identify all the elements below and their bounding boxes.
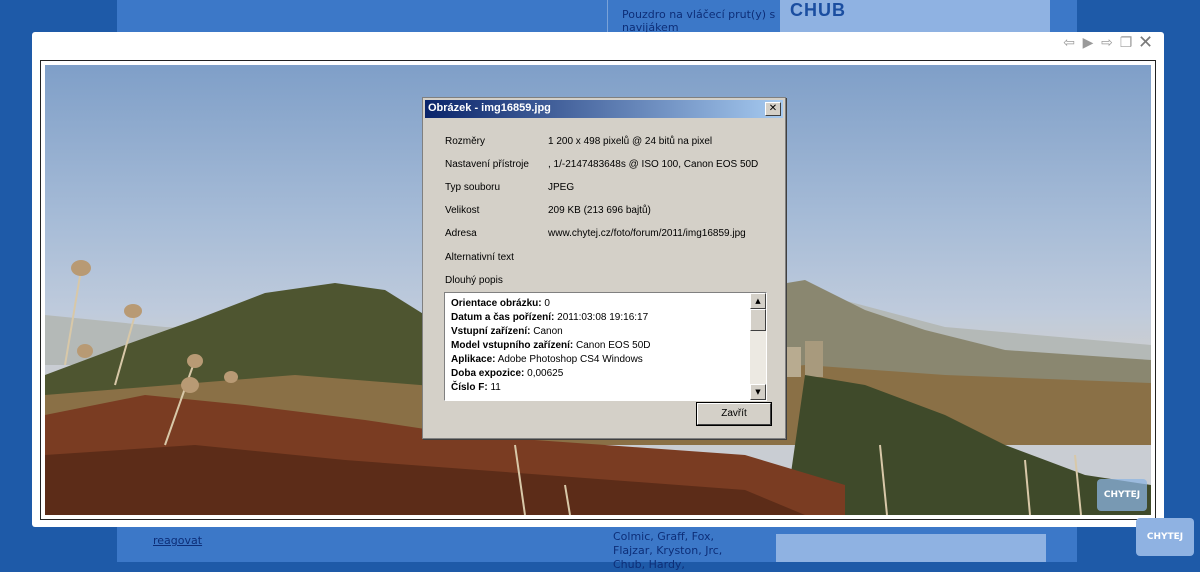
value-camera-settings: , 1/-2147483648s @ ISO 100, Canon EOS 50…	[548, 159, 759, 170]
label-address: Adresa	[445, 228, 477, 239]
label-file-type: Typ souboru	[445, 182, 501, 193]
exif-key: Aplikace:	[451, 354, 496, 365]
exif-key: Vstupní zařízení:	[451, 326, 531, 337]
exif-key: Model vstupního zařízení:	[451, 340, 574, 351]
lightbox-nav: ⇦ ▶ ⇨ ❐ ✕	[1062, 34, 1153, 52]
exif-value: 2011:03:08 19:16:17	[557, 312, 649, 323]
brands-list: Colmic, Graff, Fox, Flajzar, Kryston, Jr…	[613, 530, 723, 571]
exif-key: Datum a čas pořízení:	[451, 312, 555, 323]
label-alt-text: Alternativní text	[445, 252, 514, 263]
value-file-type: JPEG	[548, 182, 575, 193]
exif-value: Adobe Photoshop CS4 Windows	[497, 354, 643, 365]
label-dimensions: Rozměry	[445, 136, 486, 147]
scroll-down-icon[interactable]: ▼	[750, 384, 766, 400]
bottom-ad[interactable]	[776, 534, 1046, 562]
exif-value: Canon EOS 50D	[576, 340, 651, 351]
scrollbar-thumb[interactable]	[750, 309, 766, 331]
dialog-titlebar[interactable]: Obrázek - img16859.jpg ✕	[425, 100, 783, 118]
exif-value: Canon	[533, 326, 563, 337]
scroll-up-icon[interactable]: ▲	[750, 293, 766, 309]
exif-key: Číslo F:	[451, 382, 488, 393]
exif-row: Číslo F: 11	[451, 381, 747, 395]
label-size: Velikost	[445, 205, 480, 216]
next-icon[interactable]: ⇨	[1100, 36, 1114, 50]
exif-key: Doba expozice:	[451, 368, 525, 379]
close-icon[interactable]: ✕	[1138, 34, 1153, 52]
reply-link[interactable]: reagovat	[153, 534, 202, 547]
exif-value: 0,00625	[527, 368, 564, 379]
image-properties-dialog: Obrázek - img16859.jpg ✕ Rozměry 1 200 x…	[422, 97, 786, 439]
label-long-description: Dlouhý popis	[445, 275, 503, 286]
value-address: www.chytej.cz/foto/forum/2011/img16859.j…	[548, 228, 746, 239]
play-icon[interactable]: ▶	[1081, 36, 1095, 50]
background-divider	[607, 0, 608, 34]
details-scrollbar[interactable]: ▲ ▼	[750, 293, 766, 400]
exif-row: Aplikace: Adobe Photoshop CS4 Windows	[451, 353, 747, 367]
exif-value: 0	[544, 298, 550, 309]
watermark-logo: CHYTEJ	[1097, 479, 1147, 511]
dialog-title: Obrázek - img16859.jpg	[428, 102, 551, 114]
popout-icon[interactable]: ❐	[1119, 36, 1133, 50]
value-size: 209 KB (213 696 bajtů)	[548, 205, 651, 216]
corner-logo[interactable]: CHYTEJ	[1136, 518, 1194, 556]
exif-details-list: Orientace obrázku: 0 Datum a čas pořízen…	[451, 297, 747, 395]
product-link[interactable]: Pouzdro na vláčecí prut(y) s navijákem	[622, 8, 782, 34]
prev-icon[interactable]: ⇦	[1062, 36, 1076, 50]
exif-row: Orientace obrázku: 0	[451, 297, 747, 311]
exif-row: Vstupní zařízení: Canon	[451, 325, 747, 339]
exif-row: Datum a čas pořízení: 2011:03:08 19:16:1…	[451, 311, 747, 325]
exif-row: Doba expozice: 0,00625	[451, 367, 747, 381]
exif-row: Model vstupního zařízení: Canon EOS 50D	[451, 339, 747, 353]
value-dimensions: 1 200 x 498 pixelů @ 24 bitů na pixel	[548, 136, 713, 147]
label-camera-settings: Nastavení přístroje	[445, 159, 529, 170]
dialog-close-icon[interactable]: ✕	[765, 102, 781, 116]
banner-logo: CHUB	[790, 0, 846, 20]
close-button[interactable]: Zavřít	[696, 402, 772, 426]
exif-value: 11	[490, 382, 501, 393]
exif-details-box[interactable]: Orientace obrázku: 0 Datum a čas pořízen…	[444, 292, 767, 401]
exif-key: Orientace obrázku:	[451, 298, 542, 309]
